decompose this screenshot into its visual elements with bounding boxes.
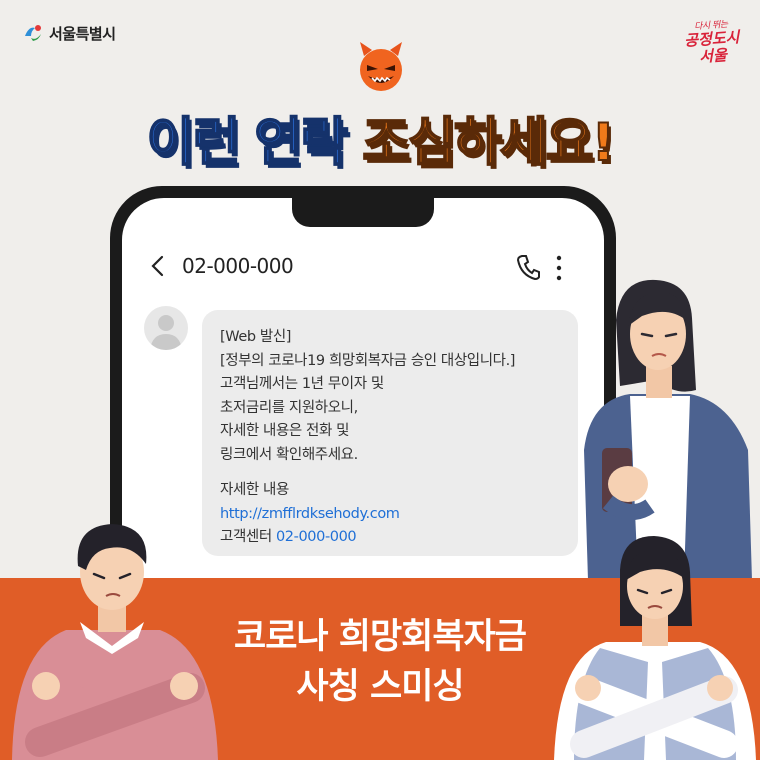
- center-number[interactable]: 02-000-000: [276, 529, 357, 545]
- customer-center-line: 고객센터 02-000-000: [220, 526, 560, 550]
- headline-part2: 조심하세요!: [361, 112, 616, 174]
- seoul-logo-icon: [25, 25, 41, 41]
- phone-call-icon[interactable]: [516, 254, 540, 280]
- message-line: 초저금리를 지원하오니,: [220, 399, 358, 416]
- sender-avatar: [144, 306, 188, 350]
- woman-crossed-arms-illustration: [554, 536, 756, 760]
- message-line: 고객님께서는 1년 무이자 및: [220, 376, 384, 392]
- seoul-logo: 서울특별시: [22, 22, 116, 44]
- headline: 이런 연락 조심하세요!: [0, 100, 760, 175]
- devil-icon: [360, 42, 402, 91]
- detail-label: 자세한 내용: [220, 482, 289, 498]
- center-label: 고객센터: [220, 529, 272, 545]
- message-bubble: [Web 발신] [정부의 코로나19 희망회복자금 승인 대상입니다.] 고객…: [202, 310, 578, 556]
- slogan: 다시 뛰는 공정도시 서울: [680, 16, 743, 67]
- more-vertical-icon[interactable]: [554, 254, 564, 282]
- sender-number: 02-000-000: [182, 254, 294, 278]
- message-line: 자세한 내용은 전화 및: [220, 423, 350, 439]
- message-line: 링크에서 확인해주세요.: [220, 446, 358, 463]
- back-arrow-icon[interactable]: [148, 254, 168, 278]
- logo-text: 서울특별시: [49, 24, 116, 43]
- man-crossed-arms-illustration: [12, 524, 218, 760]
- message-line: [정부의 코로나19 희망회복자금 승인 대상입니다.]: [220, 352, 516, 369]
- message-line: [Web 발신]: [220, 329, 292, 345]
- headline-part1: 이런 연락: [146, 112, 349, 174]
- poster-canvas: 서울특별시 다시 뛰는 공정도시 서울 이런 연락 조심하세요! 02-000-…: [0, 0, 760, 760]
- phone-notch: [292, 198, 434, 227]
- phishing-link[interactable]: http://zmfflrdksehody.com: [220, 503, 560, 527]
- default-avatar-icon: [150, 315, 182, 350]
